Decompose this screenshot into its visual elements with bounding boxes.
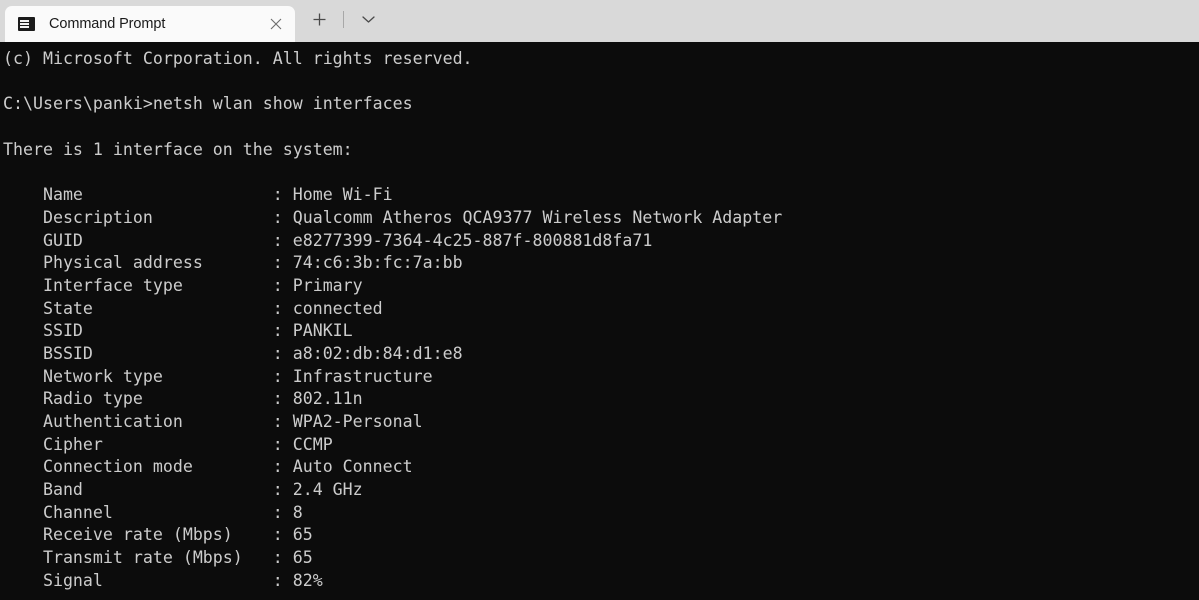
terminal-line: Band : 2.4 GHz <box>3 480 363 500</box>
terminal-output[interactable]: (c) Microsoft Corporation. All rights re… <box>0 42 1199 600</box>
toolbar-divider <box>343 10 344 28</box>
terminal-line: GUID : e8277399-7364-4c25-887f-800881d8f… <box>3 230 653 250</box>
terminal-line: Physical address : 74:c6:3b:fc:7a:bb <box>3 253 463 273</box>
terminal-line: Interface type : Primary <box>3 275 363 295</box>
terminal-line: Name : Home Wi-Fi <box>3 185 393 205</box>
terminal-line: Authentication : WPA2-Personal <box>3 412 423 431</box>
terminal-line: Description : Qualcomm Atheros QCA9377 W… <box>3 207 783 227</box>
terminal-line: Connection mode : Auto Connect <box>3 457 413 477</box>
tab-strip: Command Prompt <box>0 0 295 42</box>
terminal-window: Command Prompt (c) Microsoft Corporation… <box>0 0 1199 600</box>
chevron-down-icon[interactable] <box>353 4 383 34</box>
close-icon[interactable] <box>261 9 291 39</box>
terminal-line: There is 1 interface on the system: <box>3 139 353 159</box>
terminal-line: Receive rate (Mbps) : 65 <box>3 525 313 545</box>
terminal-line: Cipher : CCMP <box>3 434 333 454</box>
terminal-line: Radio type : 802.11n <box>3 389 363 409</box>
console-icon <box>18 17 35 31</box>
terminal-line: Channel : 8 <box>3 502 303 522</box>
title-bar[interactable]: Command Prompt <box>0 0 1199 42</box>
terminal-line: Transmit rate (Mbps) : 65 <box>3 548 313 568</box>
terminal-line: State : connected <box>3 298 383 318</box>
plus-icon[interactable] <box>304 4 334 34</box>
terminal-line: SSID : PANKIL <box>3 321 353 341</box>
terminal-line: C:\Users\panki>netsh wlan show interface… <box>3 94 413 114</box>
tab-command-prompt[interactable]: Command Prompt <box>5 6 295 42</box>
terminal-line: Network type : Infrastructure <box>3 366 433 386</box>
terminal-line: Signal : 82% <box>3 570 323 590</box>
terminal-line: (c) Microsoft Corporation. All rights re… <box>3 49 473 68</box>
tab-title: Command Prompt <box>49 16 166 32</box>
terminal-line: BSSID : a8:02:db:84:d1:e8 <box>3 343 463 363</box>
tab-bar-actions <box>295 0 383 42</box>
